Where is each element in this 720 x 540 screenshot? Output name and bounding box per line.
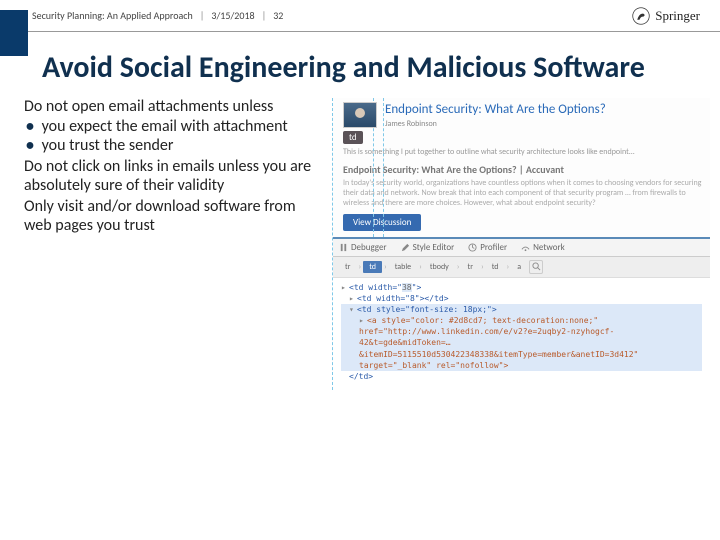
article-heading: Endpoint Security: What Are the Options?… [343,163,702,176]
springer-horse-icon [632,7,650,25]
network-icon [521,243,530,252]
tab-network[interactable]: Network [521,242,565,253]
article-subtext: This is something I put together to outl… [343,147,702,157]
bullet: you trust the sender [38,137,324,156]
tab-debugger[interactable]: Debugger [339,242,387,253]
slide-header: Security Planning: An Applied Approach |… [0,0,720,32]
header-date: 3/15/2018 [211,9,254,22]
crumb-selected[interactable]: td [363,261,382,273]
article-author: James Robinson [385,119,702,129]
dom-breadcrumbs[interactable]: tr› td› table› tbody› tr› td› a [333,257,710,278]
paragraph: Do not open email attachments unless [24,98,324,117]
header-book: Security Planning: An Applied Approach [32,9,193,22]
devtools-tabs: Debugger Style Editor Profiler Network [333,239,710,257]
crumb[interactable]: a [511,261,527,273]
screenshot-panel: Endpoint Security: What Are the Options?… [332,98,710,391]
paragraph: Do not click on links in emails unless y… [24,158,324,196]
tab-style-editor[interactable]: Style Editor [401,242,455,253]
tab-profiler[interactable]: Profiler [468,242,507,253]
body-text: Do not open email attachments unless you… [24,98,324,391]
slide-title: Avoid Social Engineering and Malicious S… [0,32,720,92]
avatar [343,102,377,128]
crumb[interactable]: tr [462,261,479,273]
crumb[interactable]: table [389,261,417,273]
bullet: you expect the email with attachment [38,118,324,137]
dom-source[interactable]: ▸<td width="38"> ▸<td width="8"></td> ▾<… [333,278,710,391]
crumb[interactable]: tr [339,261,356,273]
separator: | [200,9,205,22]
publisher-name: Springer [655,8,700,24]
accent-bar [0,10,28,56]
separator: | [262,9,267,22]
clock-icon [468,243,477,252]
pause-icon [339,243,348,252]
publisher-brand: Springer [632,7,700,25]
crumb[interactable]: td [486,261,505,273]
article-title[interactable]: Endpoint Security: What Are the Options? [385,102,702,117]
search-icon[interactable] [529,260,543,274]
article-body: In today's security world, organizations… [343,178,702,208]
devtools-panel: Debugger Style Editor Profiler Network t… [333,237,710,391]
paragraph: Only visit and/or download software from… [24,198,324,236]
header-page: 32 [273,9,283,22]
pencil-icon [401,243,410,252]
crumb[interactable]: tbody [424,261,455,273]
element-tag-label: td [343,131,363,144]
